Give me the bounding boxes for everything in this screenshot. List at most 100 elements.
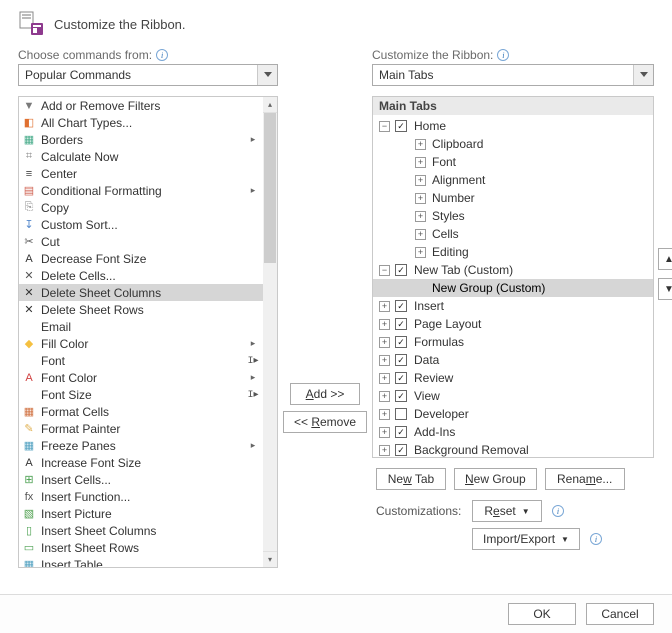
command-item[interactable]: ▼Add or Remove Filters — [19, 97, 263, 114]
tree-group-newgroup[interactable]: New Group (Custom) — [373, 279, 653, 297]
command-item[interactable]: ▯Insert Sheet Columns — [19, 522, 263, 539]
expand-icon[interactable]: + — [415, 157, 426, 168]
info-icon[interactable]: i — [552, 505, 564, 517]
command-item[interactable]: ✕Delete Sheet Rows — [19, 301, 263, 318]
tree-tab[interactable]: +Insert — [373, 297, 653, 315]
expand-icon[interactable]: + — [379, 337, 390, 348]
tree-group[interactable]: +Styles — [373, 207, 653, 225]
command-item[interactable]: ⌗Calculate Now — [19, 148, 263, 165]
expand-icon[interactable]: + — [379, 319, 390, 330]
scroll-down-button[interactable]: ▾ — [263, 551, 277, 567]
command-item[interactable]: AIncrease Font Size — [19, 454, 263, 471]
tree-tab[interactable]: +Developer — [373, 405, 653, 423]
scrollbar[interactable]: ▴ ▾ — [263, 97, 277, 567]
tree-tab[interactable]: +Formulas — [373, 333, 653, 351]
command-item[interactable]: ✂Cut — [19, 233, 263, 250]
command-item[interactable]: ⎘Copy — [19, 199, 263, 216]
remove-button[interactable]: << Remove — [283, 411, 367, 433]
command-item[interactable]: ◆Fill Color▸ — [19, 335, 263, 352]
command-item[interactable]: ▦Insert Table — [19, 556, 263, 567]
tree-tab[interactable]: +Background Removal — [373, 441, 653, 458]
info-icon[interactable]: i — [497, 49, 509, 61]
tree-tab[interactable]: +Page Layout — [373, 315, 653, 333]
tree-group[interactable]: +Cells — [373, 225, 653, 243]
command-item[interactable]: ⊞Insert Cells... — [19, 471, 263, 488]
command-item[interactable]: ▦Format Cells — [19, 403, 263, 420]
reset-button[interactable]: Reset▼ — [472, 500, 542, 522]
checkbox[interactable] — [395, 318, 407, 330]
checkbox[interactable] — [395, 120, 407, 132]
move-up-button[interactable]: ▲ — [658, 248, 672, 270]
chevron-down-icon[interactable] — [257, 65, 277, 85]
command-item[interactable]: ◧All Chart Types... — [19, 114, 263, 131]
expand-icon[interactable]: + — [415, 139, 426, 150]
command-item[interactable]: ✎Format Painter — [19, 420, 263, 437]
command-item[interactable]: Font SizeI▸ — [19, 386, 263, 403]
tree-group[interactable]: +Font — [373, 153, 653, 171]
checkbox[interactable] — [395, 426, 407, 438]
checkbox[interactable] — [395, 444, 407, 456]
tree-group[interactable]: +Editing — [373, 243, 653, 261]
command-item[interactable]: FontI▸ — [19, 352, 263, 369]
expand-icon[interactable]: + — [379, 355, 390, 366]
chevron-down-icon[interactable] — [633, 65, 653, 85]
ribbon-target-combo[interactable]: Main Tabs — [372, 64, 654, 86]
commands-listbox[interactable]: ▼Add or Remove Filters◧All Chart Types..… — [18, 96, 278, 568]
command-item[interactable]: AFont Color▸ — [19, 369, 263, 386]
expand-icon[interactable]: + — [379, 301, 390, 312]
command-item[interactable]: ▧Insert Picture — [19, 505, 263, 522]
collapse-icon[interactable]: − — [379, 265, 390, 276]
command-item[interactable]: fxInsert Function... — [19, 488, 263, 505]
ok-button[interactable]: OK — [508, 603, 576, 625]
command-item[interactable]: ✕Delete Cells... — [19, 267, 263, 284]
command-item[interactable]: ▭Insert Sheet Rows — [19, 539, 263, 556]
tree-tab[interactable]: +View — [373, 387, 653, 405]
tree-group[interactable]: +Number — [373, 189, 653, 207]
expand-icon[interactable]: + — [379, 373, 390, 384]
checkbox[interactable] — [395, 264, 407, 276]
command-item[interactable]: ▤Conditional Formatting▸ — [19, 182, 263, 199]
add-button[interactable]: Add >> — [290, 383, 360, 405]
expand-icon[interactable]: + — [379, 391, 390, 402]
collapse-icon[interactable]: − — [379, 121, 390, 132]
command-item[interactable]: ↧Custom Sort... — [19, 216, 263, 233]
checkbox[interactable] — [395, 354, 407, 366]
command-item[interactable]: ADecrease Font Size — [19, 250, 263, 267]
expand-icon[interactable]: + — [415, 193, 426, 204]
expand-icon[interactable]: + — [415, 247, 426, 258]
move-down-button[interactable]: ▼ — [658, 278, 672, 300]
tree-tab[interactable]: +Data — [373, 351, 653, 369]
expand-icon[interactable]: + — [379, 427, 390, 438]
info-icon[interactable]: i — [156, 49, 168, 61]
expand-icon[interactable]: + — [415, 211, 426, 222]
checkbox[interactable] — [395, 300, 407, 312]
tree-tab[interactable]: +Review — [373, 369, 653, 387]
tree-tab-home[interactable]: −Home — [373, 117, 653, 135]
expand-icon[interactable]: + — [379, 445, 390, 456]
command-item[interactable]: ▦Borders▸ — [19, 131, 263, 148]
checkbox[interactable] — [395, 372, 407, 384]
new-group-button[interactable]: New Group — [454, 468, 537, 490]
rename-button[interactable]: Rename... — [545, 468, 625, 490]
ribbon-tabs-tree[interactable]: Main Tabs −Home+Clipboard+Font+Alignment… — [372, 96, 654, 458]
scroll-thumb[interactable] — [264, 113, 276, 263]
expand-icon[interactable]: + — [415, 175, 426, 186]
command-item[interactable]: Email — [19, 318, 263, 335]
checkbox[interactable] — [395, 336, 407, 348]
tree-group[interactable]: +Alignment — [373, 171, 653, 189]
checkbox[interactable] — [395, 390, 407, 402]
scroll-up-button[interactable]: ▴ — [263, 97, 277, 113]
expand-icon[interactable]: + — [379, 409, 390, 420]
command-item[interactable]: ✕Delete Sheet Columns — [19, 284, 263, 301]
command-item[interactable]: ▦Freeze Panes▸ — [19, 437, 263, 454]
tree-group[interactable]: +Clipboard — [373, 135, 653, 153]
command-item[interactable]: ≡Center — [19, 165, 263, 182]
cancel-button[interactable]: Cancel — [586, 603, 654, 625]
checkbox[interactable] — [395, 408, 407, 420]
import-export-button[interactable]: Import/Export▼ — [472, 528, 580, 550]
tree-tab-newtab[interactable]: −New Tab (Custom) — [373, 261, 653, 279]
commands-source-combo[interactable]: Popular Commands — [18, 64, 278, 86]
info-icon[interactable]: i — [590, 533, 602, 545]
new-tab-button[interactable]: New Tab — [376, 468, 446, 490]
tree-tab[interactable]: +Add-Ins — [373, 423, 653, 441]
